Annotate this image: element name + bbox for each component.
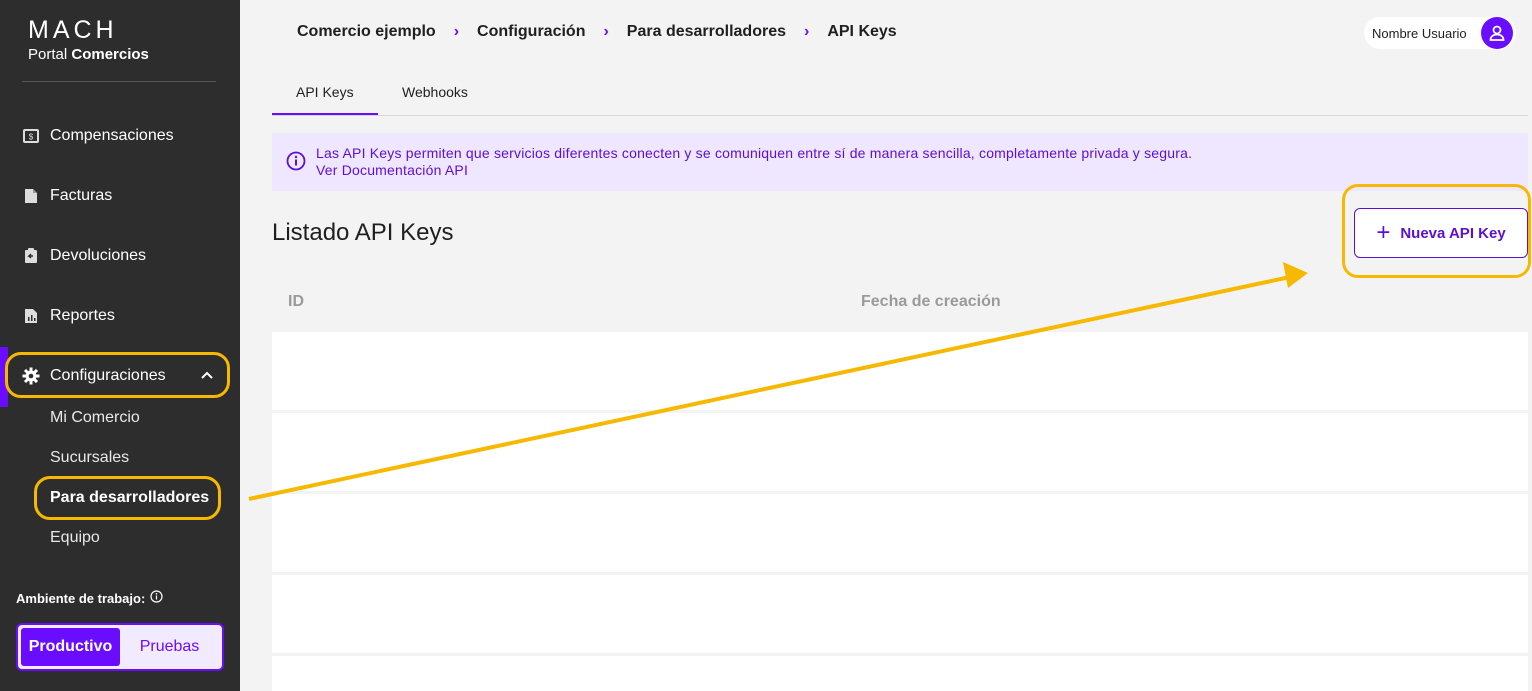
table-row xyxy=(272,332,1528,410)
table-row xyxy=(272,656,1528,691)
info-icon xyxy=(286,151,306,176)
portal-name: Portal Comercios xyxy=(28,46,149,63)
sidebar-item-label: Reportes xyxy=(50,307,115,324)
portal-bold: Comercios xyxy=(71,46,149,63)
breadcrumb-item[interactable]: Configuración xyxy=(477,23,585,41)
sidebar-item-facturas[interactable]: Facturas xyxy=(0,176,240,216)
env-pruebas-button[interactable]: Pruebas xyxy=(120,628,219,666)
info-circle-icon[interactable] xyxy=(150,590,163,606)
subitem-mi-comercio[interactable]: Mi Comercio xyxy=(50,409,140,427)
sidebar-item-devoluciones[interactable]: Devoluciones xyxy=(0,236,240,276)
sidebar-item-label: Facturas xyxy=(50,187,113,204)
sidebar-divider xyxy=(22,81,216,82)
tab-api-keys[interactable]: API Keys xyxy=(296,84,354,100)
report-icon xyxy=(22,307,40,325)
logo: MACH xyxy=(28,16,118,44)
sidebar-item-reportes[interactable]: Reportes xyxy=(0,296,240,336)
svg-text:$: $ xyxy=(29,133,34,142)
chevron-right-icon: › xyxy=(603,23,609,40)
env-label-text: Ambiente de trabajo: xyxy=(16,590,146,606)
documentation-link[interactable]: Ver Documentación API xyxy=(316,162,1192,179)
breadcrumb-item[interactable]: Comercio ejemplo xyxy=(297,23,436,41)
sidebar: MACH Portal Comercios $ Compensaciones F… xyxy=(0,0,240,691)
page-title: Listado API Keys xyxy=(272,219,454,246)
env-label: Ambiente de trabajo: xyxy=(16,590,163,606)
user-menu[interactable]: Nombre Usuario xyxy=(1364,17,1516,49)
money-icon: $ xyxy=(22,127,40,145)
clipboard-icon xyxy=(22,247,40,265)
subitem-equipo[interactable]: Equipo xyxy=(50,529,100,547)
subitem-sucursales[interactable]: Sucursales xyxy=(50,449,129,467)
portal-prefix: Portal xyxy=(28,46,68,63)
env-toggle: Productivo Pruebas xyxy=(16,623,224,671)
breadcrumb: Comercio ejemplo › Configuración › Para … xyxy=(297,23,897,41)
tab-active-underline xyxy=(272,113,378,115)
info-banner: Las API Keys permiten que servicios dife… xyxy=(272,133,1528,191)
breadcrumb-current: API Keys xyxy=(827,23,897,40)
tab-webhooks[interactable]: Webhooks xyxy=(402,84,468,100)
highlight-configuraciones xyxy=(5,352,230,398)
user-name: Nombre Usuario xyxy=(1372,25,1467,41)
column-header-id: ID xyxy=(288,293,304,310)
table-row xyxy=(272,413,1528,491)
sidebar-item-label: Compensaciones xyxy=(50,127,174,144)
user-avatar-icon xyxy=(1481,17,1513,49)
highlight-para-desarrolladores xyxy=(34,476,221,520)
sidebar-item-compensaciones[interactable]: $ Compensaciones xyxy=(0,116,240,156)
env-productivo-button[interactable]: Productivo xyxy=(21,628,120,666)
table-row xyxy=(272,494,1528,572)
sidebar-item-label: Devoluciones xyxy=(50,247,147,264)
breadcrumb-item[interactable]: Para desarrolladores xyxy=(627,23,786,41)
info-line: Las API Keys permiten que servicios dife… xyxy=(316,145,1193,161)
info-text: Las API Keys permiten que servicios dife… xyxy=(316,145,1192,179)
brand: MACH Portal Comercios xyxy=(28,16,149,64)
column-header-fecha: Fecha de creación xyxy=(861,293,1001,310)
chevron-right-icon: › xyxy=(453,23,460,40)
document-icon xyxy=(22,187,40,205)
tabs: API Keys Webhooks xyxy=(272,70,1528,116)
highlight-new-api-key xyxy=(1342,184,1531,278)
chevron-right-icon: › xyxy=(804,23,810,40)
table-row xyxy=(272,575,1528,653)
